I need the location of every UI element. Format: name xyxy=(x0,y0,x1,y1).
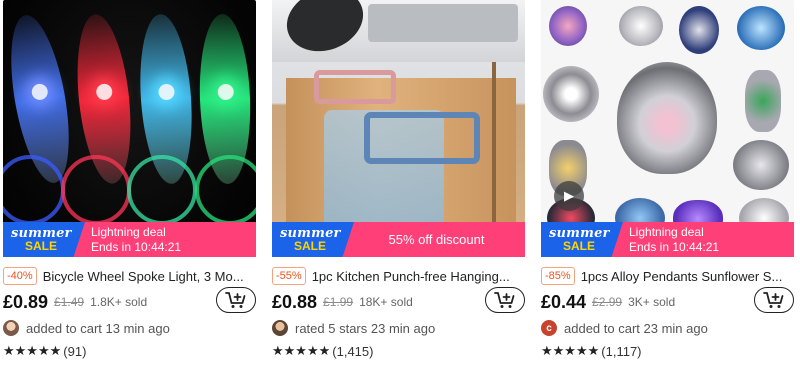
rating-row[interactable]: ★★★★★ (91) xyxy=(3,342,86,360)
activity-text: rated 5 stars 23 min ago xyxy=(295,320,436,336)
heart-crown-charm xyxy=(617,62,717,174)
discount-badge: -85% xyxy=(541,267,575,285)
wheel-glow xyxy=(127,155,197,225)
promo-banner: summer SALE 55% off discount xyxy=(272,222,525,257)
user-avatar xyxy=(272,320,288,336)
moon-charm xyxy=(679,6,719,54)
title-row[interactable]: -85% 1pcs Alloy Pendants Sunflower S... xyxy=(541,266,794,286)
summer-label: summer xyxy=(549,225,610,241)
pink-hanger xyxy=(314,70,396,104)
wheel-glow xyxy=(195,155,256,225)
product-card[interactable]: ▶ summer SALE Lightning deal Ends in 10:… xyxy=(541,0,794,366)
current-price: £0.89 xyxy=(3,291,49,312)
discount-badge: -55% xyxy=(272,267,306,285)
deal-title: Lightning deal xyxy=(91,224,166,239)
activity-text: added to cart 23 min ago xyxy=(564,320,708,336)
round-crystal-charm xyxy=(543,66,599,122)
review-count: (1,415) xyxy=(332,343,374,359)
carriage-charm xyxy=(733,140,789,190)
rating-row[interactable]: ★★★★★ (1,415) xyxy=(272,342,373,360)
heart-charm xyxy=(619,6,663,46)
product-image[interactable] xyxy=(272,0,525,257)
star-rating-icon: ★★★★★ xyxy=(541,343,600,358)
deal-info: Lightning deal Ends in 10:44:21 xyxy=(85,222,256,257)
product-image[interactable] xyxy=(3,0,256,257)
add-to-cart-icon xyxy=(494,292,515,308)
stove-top xyxy=(368,4,518,42)
summer-label: summer xyxy=(11,225,72,241)
original-price: £2.99 xyxy=(592,295,623,309)
current-price: £0.44 xyxy=(541,291,587,312)
current-price: £0.88 xyxy=(272,291,318,312)
add-to-cart-button[interactable] xyxy=(216,287,256,313)
add-to-cart-icon xyxy=(763,292,784,308)
product-card[interactable]: summer SALE 55% off discount -55% 1pc Ki… xyxy=(272,0,525,366)
deal-title: 55% off discount xyxy=(388,232,485,247)
activity-row: c added to cart 23 min ago xyxy=(541,319,794,337)
deal-info: Lightning deal Ends in 10:44:21 xyxy=(623,222,794,257)
add-to-cart-button[interactable] xyxy=(754,287,794,313)
promo-banner: summer SALE Lightning deal Ends in 10:44… xyxy=(541,222,794,257)
original-price: £1.49 xyxy=(54,295,85,309)
sold-count: 3K+ sold xyxy=(628,295,676,309)
clover-charm xyxy=(745,70,781,132)
original-price: £1.99 xyxy=(323,295,354,309)
user-avatar: c xyxy=(541,320,557,336)
product-card[interactable]: summer SALE Lightning deal Ends in 10:44… xyxy=(3,0,256,366)
deal-countdown: Ends in 10:44:21 xyxy=(91,239,182,254)
mermaid-charm xyxy=(737,6,785,50)
star-rating-icon: ★★★★★ xyxy=(272,343,331,358)
sale-label: SALE xyxy=(25,238,58,253)
review-count: (1,117) xyxy=(601,343,642,359)
activity-text: added to cart 13 min ago xyxy=(26,320,170,336)
sale-label: SALE xyxy=(294,238,327,253)
promo-banner: summer SALE Lightning deal Ends in 10:44… xyxy=(3,222,256,257)
product-title[interactable]: 1pcs Alloy Pendants Sunflower S... xyxy=(581,269,794,284)
review-count: (91) xyxy=(63,343,87,359)
activity-row: added to cart 13 min ago xyxy=(3,319,256,337)
wheel-glow xyxy=(3,155,65,225)
star-rating-icon: ★★★★★ xyxy=(3,343,62,358)
blue-hanger xyxy=(364,112,480,164)
activity-row: rated 5 stars 23 min ago xyxy=(272,319,525,337)
play-icon[interactable]: ▶ xyxy=(554,181,584,211)
sold-count: 1.8K+ sold xyxy=(90,295,148,309)
title-row[interactable]: -40% Bicycle Wheel Spoke Light, 3 Mo... xyxy=(3,266,256,286)
sold-count: 18K+ sold xyxy=(359,295,413,309)
user-avatar xyxy=(3,320,19,336)
deal-countdown: Ends in 10:44:21 xyxy=(629,239,720,254)
balloon-charm xyxy=(549,6,587,46)
title-row[interactable]: -55% 1pc Kitchen Punch-free Hanging... xyxy=(272,266,525,286)
deal-info: 55% off discount xyxy=(354,222,525,257)
summer-label: summer xyxy=(280,225,341,241)
add-to-cart-button[interactable] xyxy=(485,287,525,313)
sale-label: SALE xyxy=(563,238,596,253)
summer-sale-badge: summer SALE xyxy=(3,222,85,257)
deal-title: Lightning deal xyxy=(629,224,704,239)
product-image[interactable]: ▶ xyxy=(541,0,794,257)
discount-badge: -40% xyxy=(3,267,37,285)
rating-row[interactable]: ★★★★★ (1,117) xyxy=(541,342,642,360)
add-to-cart-icon xyxy=(225,292,246,308)
product-title[interactable]: 1pc Kitchen Punch-free Hanging... xyxy=(312,269,525,284)
wheel-glow xyxy=(61,155,131,225)
summer-sale-badge: summer SALE xyxy=(541,222,623,257)
summer-sale-badge: summer SALE xyxy=(272,222,354,257)
product-title[interactable]: Bicycle Wheel Spoke Light, 3 Mo... xyxy=(43,269,256,284)
